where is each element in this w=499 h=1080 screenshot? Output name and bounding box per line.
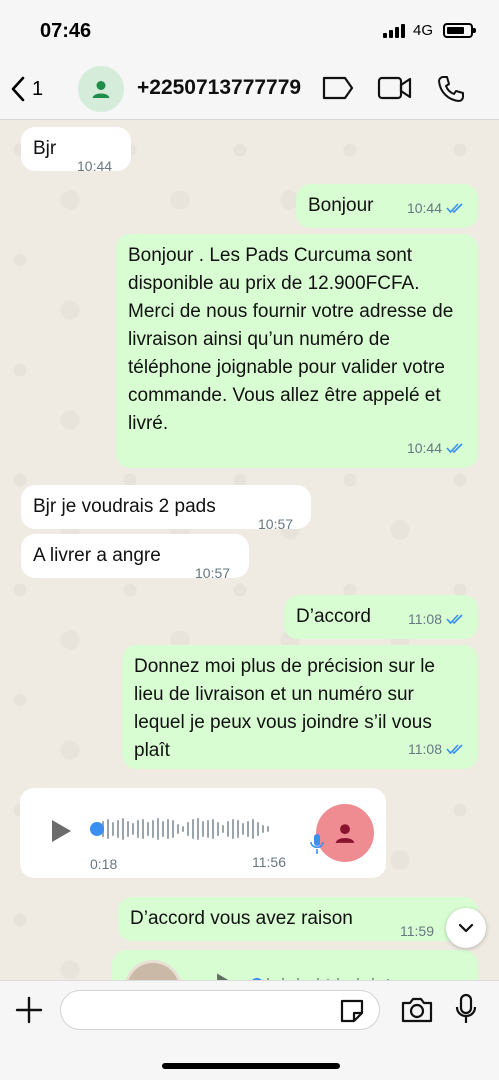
contact-name[interactable]: +2250713777779 — [137, 76, 301, 100]
message-text: D’accord vous avez raison — [130, 908, 353, 929]
message-time: 11:56 — [252, 854, 286, 870]
message-outgoing[interactable]: Bonjour . Les Pads Curcuma sont disponib… — [116, 234, 478, 468]
voice-message-partial[interactable] — [112, 950, 478, 980]
video-call-icon[interactable] — [377, 74, 413, 102]
message-outgoing[interactable]: Donnez moi plus de précision sur le lieu… — [122, 645, 478, 769]
message-outgoing[interactable]: D’accord vous avez raison 11:59 — [118, 897, 478, 941]
chat-header: 1 +2250713777779 — [0, 60, 499, 120]
message-text: Bonjour — [308, 195, 374, 216]
message-text: Bjr je voudrais 2 pads — [33, 496, 216, 517]
message-text: D’accord — [296, 606, 371, 627]
waveform[interactable] — [252, 972, 399, 980]
chat-area[interactable]: Bjr 10:44 Bonjour 10:44 Bonjour . Les Pa… — [0, 120, 499, 980]
message-text: Donnez moi plus de précision sur le lieu… — [134, 656, 435, 761]
battery-icon — [443, 23, 476, 38]
message-input[interactable] — [60, 990, 380, 1030]
message-time: 10:44 — [406, 200, 442, 216]
playback-position[interactable] — [90, 822, 104, 836]
status-time: 07:46 — [40, 20, 92, 42]
message-incoming[interactable]: A livrer a angre 10:57 — [21, 534, 249, 581]
home-indicator — [162, 1063, 340, 1069]
chevron-left-icon — [11, 76, 25, 102]
scroll-down-button[interactable] — [446, 908, 486, 948]
mic-icon — [310, 834, 324, 854]
read-ticks-icon — [446, 203, 463, 214]
message-time: 10:44 — [77, 158, 113, 174]
sticker-icon[interactable] — [338, 997, 366, 1025]
message-incoming[interactable]: Bjr je voudrais 2 pads 10:57 — [21, 485, 311, 532]
message-time: 11:08 — [408, 611, 442, 627]
composer-bar — [0, 980, 499, 1080]
message-time: 11:59 — [400, 923, 434, 939]
read-ticks-icon — [446, 443, 463, 454]
message-time: 11:08 — [408, 741, 442, 757]
person-icon — [335, 824, 355, 843]
message-time: 10:57 — [258, 516, 294, 532]
label-icon[interactable] — [321, 74, 355, 102]
message-incoming[interactable]: Bjr 10:44 — [21, 127, 131, 174]
status-indicators: 4G — [382, 22, 476, 39]
play-icon[interactable] — [48, 818, 74, 844]
message-text: Bjr — [33, 138, 57, 159]
back-button[interactable]: 1 — [10, 76, 43, 102]
sender-avatar — [316, 804, 374, 862]
message-time: 10:44 — [406, 440, 442, 456]
read-ticks-icon — [446, 614, 463, 625]
status-bar: 07:46 4G — [0, 0, 499, 60]
voice-duration: 0:18 — [90, 856, 118, 872]
message-outgoing[interactable]: Bonjour 10:44 — [296, 184, 478, 228]
signal-icon — [382, 23, 405, 38]
contact-avatar[interactable] — [78, 66, 124, 112]
plus-icon[interactable] — [14, 995, 44, 1025]
person-icon — [92, 81, 110, 98]
message-time: 10:57 — [195, 565, 231, 581]
read-ticks-icon — [446, 744, 463, 755]
mic-icon[interactable] — [454, 993, 478, 1025]
network-label: 4G — [412, 22, 433, 39]
message-text: A livrer a angre — [33, 545, 161, 566]
play-icon[interactable] — [214, 972, 234, 980]
camera-icon[interactable] — [400, 995, 434, 1025]
unread-count: 1 — [32, 77, 44, 100]
message-text: Bonjour . Les Pads Curcuma sont disponib… — [128, 245, 454, 434]
sender-avatar — [124, 960, 182, 980]
phone-call-icon[interactable] — [436, 74, 466, 104]
chevron-down-icon — [458, 923, 474, 933]
message-outgoing[interactable]: D’accord 11:08 — [284, 595, 478, 639]
voice-message[interactable]: 0:18 11:56 — [20, 788, 386, 878]
waveform[interactable] — [92, 816, 314, 842]
